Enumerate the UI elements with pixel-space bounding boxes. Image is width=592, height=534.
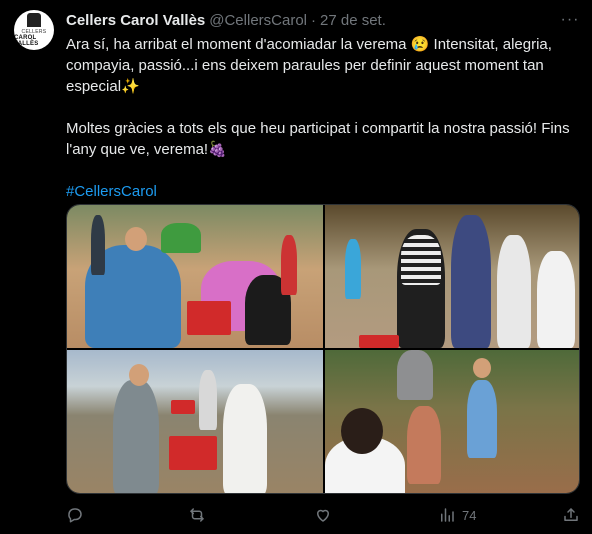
harvest-photo-1[interactable] xyxy=(67,205,323,348)
person-figure xyxy=(113,380,159,493)
person-figure xyxy=(401,235,441,285)
views-icon xyxy=(441,508,454,522)
grape-crate xyxy=(171,400,195,414)
retweet-icon xyxy=(190,508,204,522)
views-count: 74 xyxy=(462,507,477,523)
person-figure xyxy=(223,384,267,493)
harvest-photo-2[interactable] xyxy=(325,205,579,348)
tweet-date[interactable]: 27 de set. xyxy=(320,12,386,29)
tweet-header: Cellers Carol Vallès @CellersCarol · 27 … xyxy=(66,10,386,30)
more-options-button[interactable]: ··· xyxy=(560,10,580,30)
tweet-text: Ara sí, ha arribat el moment d'acomiadar… xyxy=(66,34,578,202)
media-grid xyxy=(66,204,580,494)
harvest-photo-4[interactable] xyxy=(325,350,579,493)
tweet-actions: 74 xyxy=(66,505,580,525)
person-figure xyxy=(281,235,297,295)
like-button[interactable] xyxy=(314,505,332,525)
person-figure xyxy=(397,350,433,400)
avatar-logo-text-bottom: CAROL VALLÈS xyxy=(14,35,39,47)
grape-crate xyxy=(359,335,399,348)
person-head xyxy=(129,364,149,386)
tweet-paragraph-1: Ara sí, ha arribat el moment d'acomiadar… xyxy=(66,36,552,95)
reply-button[interactable] xyxy=(66,505,84,525)
grape-crate xyxy=(169,436,217,470)
more-icon: ··· xyxy=(560,11,580,28)
person-figure xyxy=(467,380,497,458)
avatar[interactable]: CELLERS CAROL VALLÈS xyxy=(14,10,54,50)
person-figure xyxy=(161,223,201,253)
person-figure xyxy=(537,251,575,348)
header-separator: · xyxy=(311,11,316,29)
person-head xyxy=(341,408,383,454)
person-figure xyxy=(345,239,361,299)
reply-icon xyxy=(68,508,82,523)
hashtag-link[interactable]: #CellersCarol xyxy=(66,183,157,200)
like-icon xyxy=(317,509,329,522)
winery-logo-icon xyxy=(27,13,41,27)
harvest-photo-3[interactable] xyxy=(67,350,323,493)
person-figure xyxy=(451,215,491,348)
retweet-button[interactable] xyxy=(188,505,206,525)
person-figure xyxy=(407,406,441,484)
share-button[interactable] xyxy=(562,505,580,525)
grape-crate xyxy=(187,301,231,335)
person-figure xyxy=(497,235,531,348)
tweet[interactable]: CELLERS CAROL VALLÈS Cellers Carol Vallè… xyxy=(0,0,592,534)
person-figure xyxy=(199,370,217,430)
person-head xyxy=(125,227,147,251)
views-button[interactable]: 74 xyxy=(438,505,476,525)
account-handle[interactable]: @CellersCarol xyxy=(209,12,307,29)
person-head xyxy=(473,358,491,378)
tweet-paragraph-2: Moltes gràcies a tots els que heu partic… xyxy=(66,120,570,158)
account-name[interactable]: Cellers Carol Vallès xyxy=(66,12,205,29)
share-icon xyxy=(564,508,578,521)
person-figure xyxy=(91,215,105,275)
